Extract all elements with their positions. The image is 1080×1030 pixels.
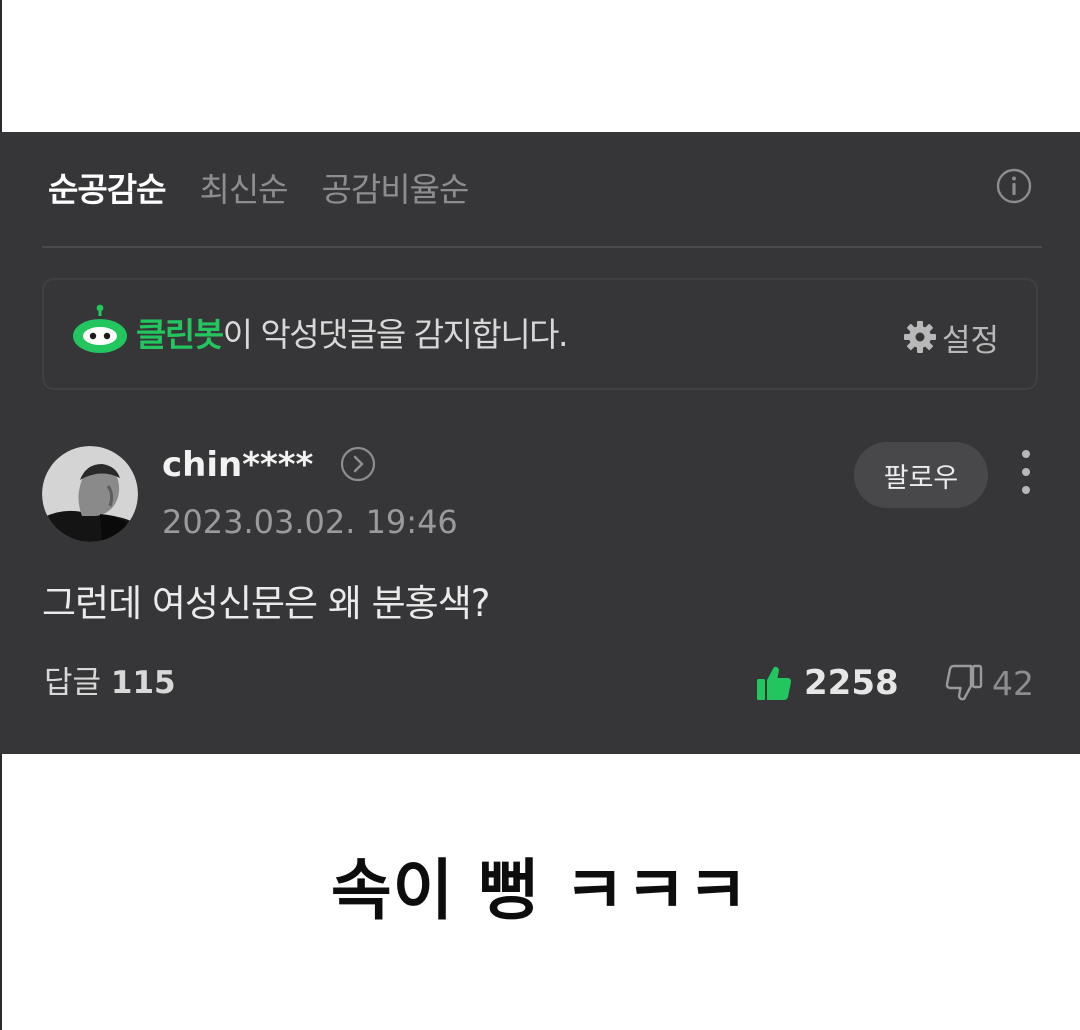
tab-sort-like-ratio[interactable]: 공감비율순 <box>322 163 470 211</box>
tab-divider <box>42 246 1042 248</box>
dislike-button[interactable]: 42 <box>944 660 1034 706</box>
reply-button[interactable]: 답글 115 <box>44 660 176 706</box>
reply-count: 115 <box>110 665 176 701</box>
tab-sort-popular[interactable]: 순공감순 <box>48 163 166 211</box>
settings-label: 설정 <box>942 322 1000 359</box>
more-vertical-icon[interactable] <box>1012 446 1040 498</box>
comment-timestamp: 2023.03.02. 19:46 <box>162 503 458 541</box>
comment-body: 그런데 여성신문은 왜 분홍색? <box>42 582 490 625</box>
thumbs-up-icon <box>757 666 792 700</box>
tab-sort-latest[interactable]: 최신순 <box>199 163 288 211</box>
cleanbot-robot-icon <box>73 304 127 353</box>
username[interactable]: chin**** <box>162 442 313 488</box>
cleanbot-message: 클린봇이 악성댓글을 감지합니다. <box>136 312 569 358</box>
meme-caption: 속이 뻥 ㅋㅋㅋ <box>330 852 750 929</box>
gear-icon <box>904 321 936 353</box>
chevron-right-icon[interactable] <box>340 446 376 482</box>
dislike-count: 42 <box>992 663 1034 703</box>
cleanbot-name: 클린봇 <box>136 315 224 354</box>
reply-label: 답글 <box>44 665 102 701</box>
cleanbot-message-text: 이 악성댓글을 감지합니다. <box>222 315 569 354</box>
thumbs-down-icon <box>945 664 983 701</box>
like-button[interactable]: 2258 <box>754 660 899 706</box>
info-icon[interactable] <box>996 168 1032 204</box>
sort-tabs: 순공감순 최신순 공감비율순 <box>48 162 470 212</box>
cleanbot-settings-button[interactable]: 설정 <box>902 316 1000 359</box>
follow-button[interactable]: 팔로우 <box>854 442 988 508</box>
like-count: 2258 <box>804 663 899 703</box>
avatar[interactable] <box>42 446 138 542</box>
